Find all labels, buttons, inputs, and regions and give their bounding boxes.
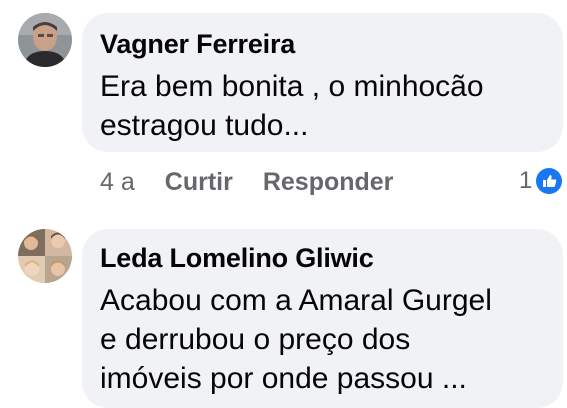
comment-actions: 4 a Curtir Responder: [100, 165, 393, 199]
comment-bubble: Vagner Ferreira Era bem bonita , o minho…: [82, 13, 563, 152]
avatar-photo: [18, 13, 72, 67]
avatar-photo: [18, 229, 72, 283]
comment-author[interactable]: Vagner Ferreira: [100, 29, 295, 60]
like-icon: [536, 168, 563, 194]
comment-author[interactable]: Leda Lomelino Gliwic: [100, 243, 374, 274]
reaction-summary[interactable]: 1: [519, 166, 563, 196]
comment-text: Acabou com a Amaral Gurgel e derrubou o …: [100, 284, 492, 395]
reply-button[interactable]: Responder: [263, 168, 394, 197]
comment-text: Era bem bonita , o minhocão estragou tud…: [100, 70, 484, 142]
reaction-count: 1: [519, 167, 533, 194]
avatar[interactable]: [18, 13, 72, 67]
comment-bubble: Leda Lomelino Gliwic Acabou com a Amaral…: [82, 229, 563, 408]
like-button[interactable]: Curtir: [165, 168, 233, 197]
avatar[interactable]: [18, 229, 72, 283]
comment-timestamp[interactable]: 4 a: [100, 168, 135, 197]
